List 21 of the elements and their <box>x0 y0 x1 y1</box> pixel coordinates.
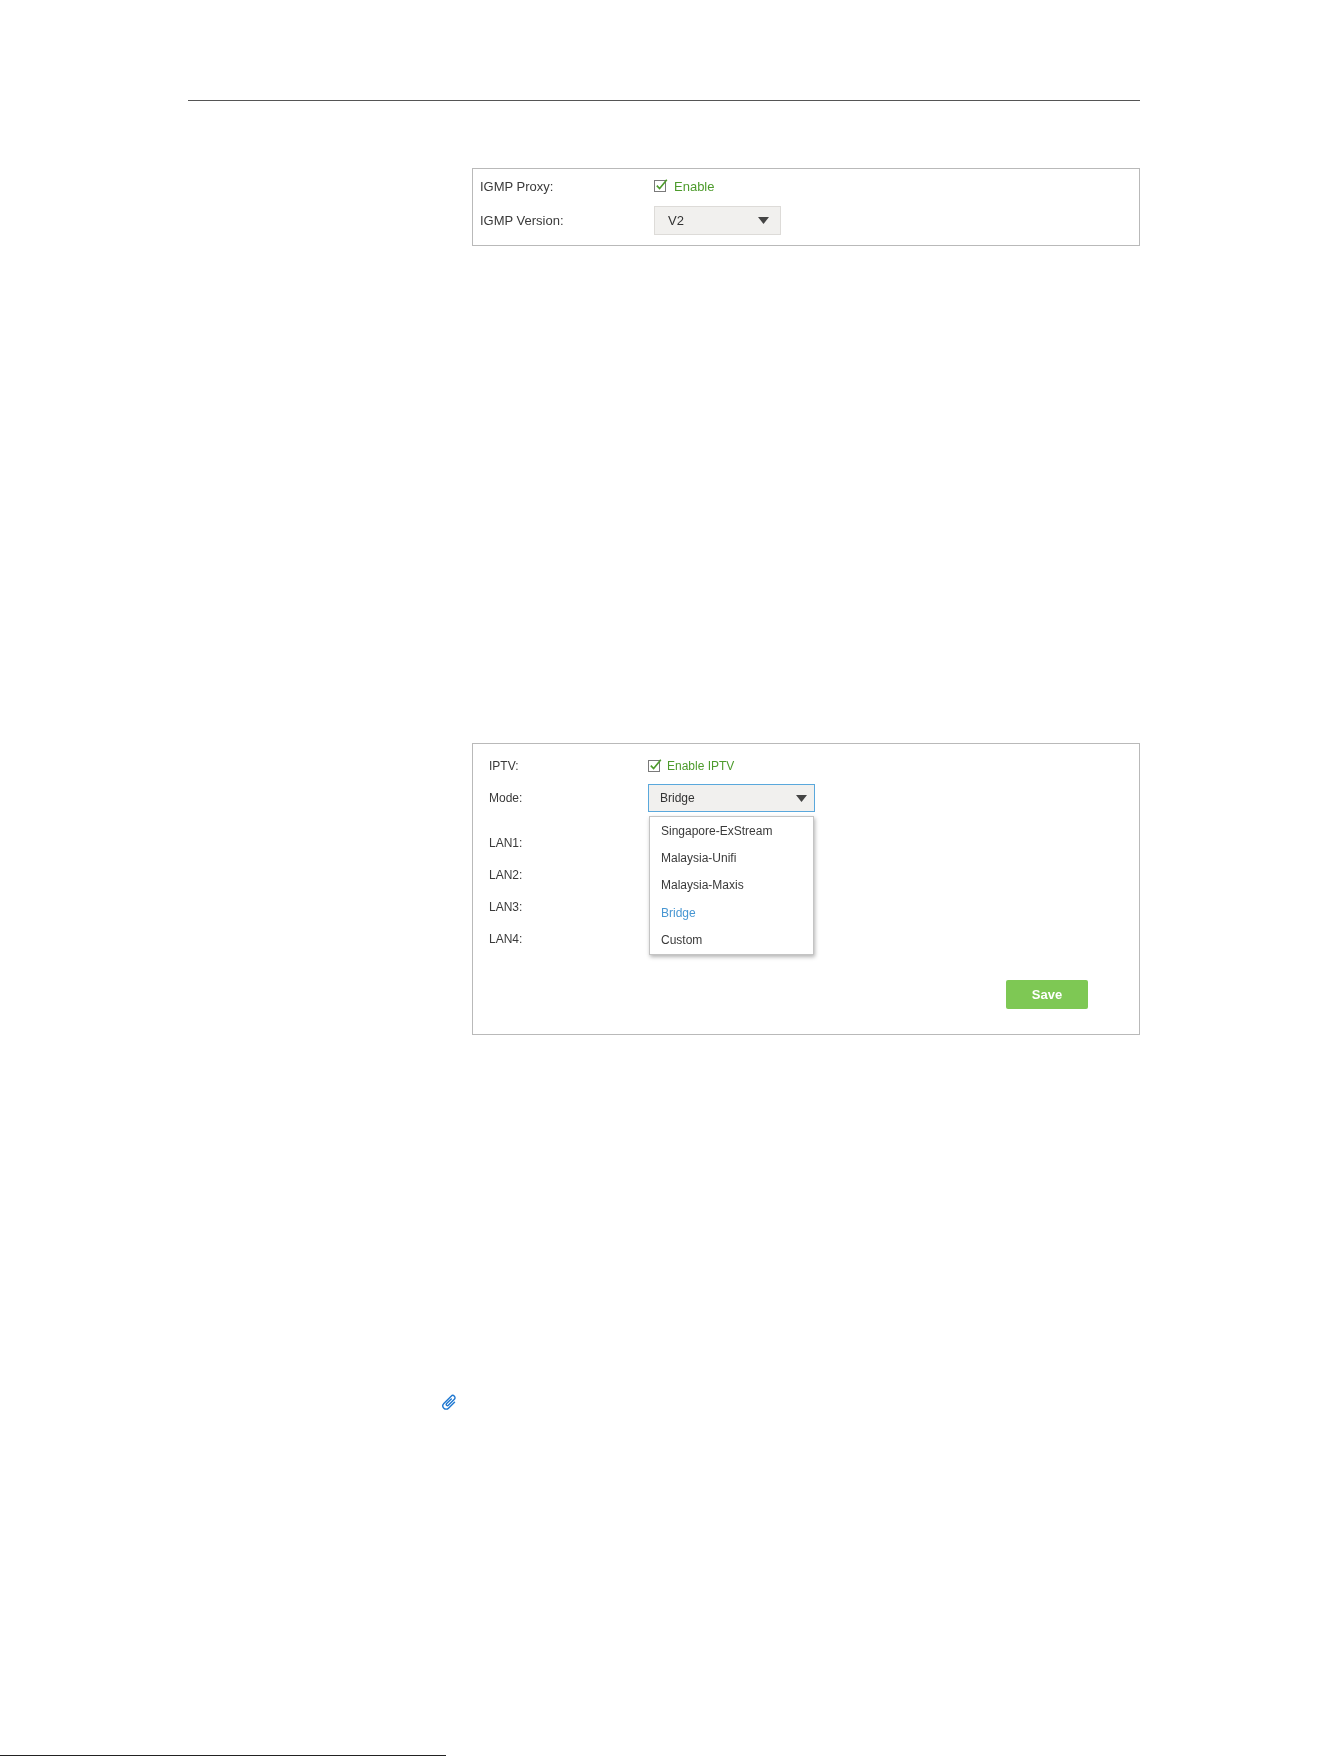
field-label: LAN2: <box>489 868 524 882</box>
field-label: Mode: <box>489 791 524 805</box>
caret-icon <box>796 794 807 802</box>
paperclip-icon <box>441 1394 458 1410</box>
dropdown-option[interactable]: Malaysia-Maxis <box>650 871 813 900</box>
checkbox-label[interactable]: Enable IPTV <box>667 759 735 773</box>
checkbox-icon[interactable] <box>648 759 662 773</box>
field-label: LAN3: <box>489 900 524 914</box>
field-label: IGMP Version: <box>480 213 565 228</box>
dropdown-option[interactable]: Singapore-ExStream <box>650 817 813 845</box>
field-label: IPTV: <box>489 759 520 773</box>
field-label: LAN1: <box>489 836 524 850</box>
caret-icon <box>758 217 769 224</box>
field-label: LAN4: <box>489 932 524 946</box>
checkbox-icon[interactable] <box>654 179 668 193</box>
field-label: IGMP Proxy: <box>480 178 555 194</box>
checkbox-label[interactable]: Enable <box>674 178 715 194</box>
dropdown-select[interactable]: V2 <box>654 206 781 235</box>
dropdown-select[interactable]: Bridge <box>648 784 815 812</box>
dropdown-option[interactable]: Custom <box>650 926 813 954</box>
dropdown-option[interactable]: Malaysia-Unifi <box>650 844 813 872</box>
